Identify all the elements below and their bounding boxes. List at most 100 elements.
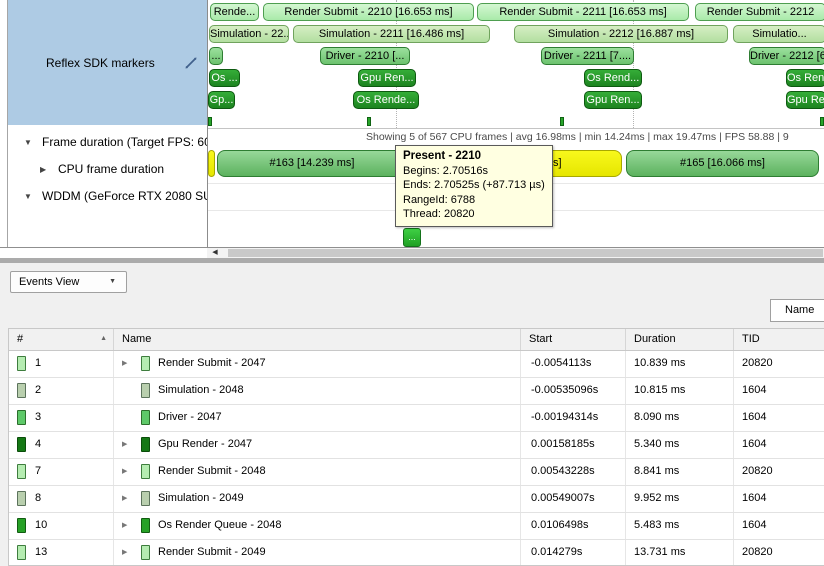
cpu-frame-bar[interactable]: #165 [16.066 ms] [626,150,819,177]
timeline-marker-bar[interactable]: Rende... [210,3,259,21]
cpu-frames-stats-text: Showing 5 of 567 CPU frames | avg 16.98m… [366,131,789,143]
events-view-label: Events View [19,276,79,288]
event-color-icon [17,437,26,452]
timeline-marker-bar[interactable]: Render Submit - 2211 [16.653 ms] [477,3,689,21]
present-marker-tick[interactable] [560,117,564,126]
column-header-duration[interactable]: Duration [626,329,734,350]
timeline-marker-bar[interactable]: Simulation - 22... [209,25,289,43]
event-name: Render Submit - 2047 [158,357,266,369]
events-view-dropdown[interactable]: Events View ▼ [10,271,127,293]
cell-tid: 20820 [734,351,824,377]
pin-row-icon[interactable] [184,56,198,70]
event-name: Simulation - 2049 [158,492,244,504]
scrollbar-thumb[interactable] [228,249,823,257]
expand-arrow-icon[interactable]: ▶ [122,432,127,457]
chevron-expanded-icon[interactable]: ▼ [24,129,36,156]
tooltip-line: RangeId: 6788 [403,193,545,208]
cell-num: 8 [9,486,114,512]
column-header-start[interactable]: Start [521,329,626,350]
wddm-marker-chip[interactable]: ... [403,228,421,247]
sort-ascending-icon: ▲ [100,329,107,349]
timeline-marker-bar[interactable]: Gp... [208,91,235,109]
cell-start: 0.00158185s [521,432,626,458]
timeline-pane: Reflex SDK markers ▼ Frame duration (Targ… [0,0,824,258]
timeline-marker-bar[interactable]: Render Submit - 2210 [16.653 ms] [263,3,474,21]
expand-arrow-icon[interactable]: ▶ [122,486,127,511]
column-header-name[interactable]: Name [114,329,521,350]
tree-item-label: Frame duration (Target FPS: 60 [42,135,207,149]
table-row[interactable]: 7▶Render Submit - 20480.00543228s8.841 m… [9,459,824,486]
column-header-num[interactable]: #▲ [9,329,114,350]
chevron-expanded-icon[interactable]: ▼ [24,183,36,210]
table-row[interactable]: 1▶Render Submit - 2047-0.0054113s10.839 … [9,351,824,378]
timeline-marker-bar[interactable]: Os Rende... [353,91,419,109]
tree-item-wddm[interactable]: ▼WDDM (GeForce RTX 2080 SUP [8,183,207,210]
timeline-marker-bar[interactable]: Simulation - 2212 [16.887 ms] [514,25,728,43]
chevron-collapsed-icon[interactable]: ▶ [40,156,52,183]
horizontal-scrollbar[interactable]: ◀ [207,248,824,258]
cell-name: ▶ Render Submit - 2048 [114,459,521,485]
cpu-frame-bar[interactable] [208,150,215,177]
timeline-marker-bar[interactable]: Gpu Ren... [584,91,642,109]
event-number: 10 [35,519,47,531]
scroll-left-arrow-icon[interactable]: ◀ [209,248,221,258]
timeline-marker-bar[interactable]: Gpu Re... [786,91,824,109]
column-header-label: # [17,333,23,345]
timeline-marker-bar[interactable]: Os ... [209,69,240,87]
cell-name: ▶ Render Submit - 2047 [114,351,521,377]
timeline-marker-bar[interactable]: Driver - 2210 [... [320,47,410,65]
timeline-marker-bar[interactable]: Gpu Ren... [358,69,416,87]
cell-start: 0.00543228s [521,459,626,485]
timeline-marker-bar[interactable]: Driver - 2212 [6... [749,47,824,65]
event-name: Driver - 2047 [158,411,222,423]
timeline-marker-bar[interactable]: Driver - 2211 [7.... [541,47,634,65]
divider [0,247,207,248]
expand-arrow-icon[interactable]: ▶ [122,351,127,376]
timeline-marker-bar[interactable]: Render Submit - 2212 [695,3,824,21]
event-name: Render Submit - 2048 [158,465,266,477]
name-filter-label: Name [785,304,814,316]
cell-name: ▶Gpu Render - 2047 [114,432,521,458]
cpu-frame-bar[interactable]: #163 [14.239 ms] [217,150,407,177]
present-marker-tick[interactable] [820,117,824,126]
timeline-marker-bar[interactable]: ... [209,47,223,65]
event-color-icon [141,545,150,560]
expand-arrow-icon[interactable]: ▶ [122,459,127,484]
table-row[interactable]: 4▶Gpu Render - 20470.00158185s5.340 ms16… [9,432,824,459]
tree-item-frame[interactable]: ▼ Frame duration (Target FPS: 60 [8,129,207,156]
present-marker-tick[interactable] [367,117,371,126]
event-number: 13 [35,546,47,558]
cell-tid: 1604 [734,405,824,431]
table-row[interactable]: 10▶Os Render Queue - 20480.0106498s5.483… [9,513,824,540]
cell-duration: 5.340 ms [626,432,734,458]
timeline-marker-bar[interactable]: Simulatio... [733,25,824,43]
timeline-marker-bar[interactable]: Os Rend... [584,69,642,87]
table-row[interactable]: 3Driver - 2047-0.00194314s8.090 ms1604 [9,405,824,432]
cell-name: ▶ Simulation - 2049 [114,486,521,512]
event-color-icon [17,518,26,533]
cell-duration: 8.841 ms [626,459,734,485]
timeline-marker-bar[interactable]: Simulation - 2211 [16.486 ms] [293,25,490,43]
event-number: 2 [35,384,41,396]
event-color-icon [141,491,150,506]
cell-tid: 1604 [734,378,824,404]
present-marker-tick[interactable] [208,117,212,126]
tree-item-label: CPU frame duration [58,162,164,176]
timeline-row-header-reflex[interactable]: Reflex SDK markers [8,0,207,125]
tree-item-cpu[interactable]: ▶ CPU frame duration [8,156,207,183]
cell-start: 0.00549007s [521,486,626,512]
expand-arrow-icon[interactable]: ▶ [122,540,127,565]
event-color-icon [141,437,150,452]
event-color-icon [17,491,26,506]
table-row[interactable]: 8▶Simulation - 20490.00549007s9.952 ms16… [9,486,824,513]
event-name: Render Submit - 2049 [158,546,266,558]
table-row[interactable]: 2Simulation - 2048-0.00535096s10.815 ms1… [9,378,824,405]
timeline-marker-bar[interactable]: Os Ren... [786,69,824,87]
table-row[interactable]: 13▶Render Submit - 20490.014279s13.731 m… [9,540,824,566]
expand-arrow-icon[interactable]: ▶ [122,513,127,538]
column-header-tid[interactable]: TID [734,329,824,350]
row-divider [208,128,824,129]
events-table: #▲NameStartDurationTID 1▶Render Submit -… [8,328,824,566]
name-filter-box[interactable]: Name [770,299,824,322]
pane-splitter[interactable] [0,258,824,263]
